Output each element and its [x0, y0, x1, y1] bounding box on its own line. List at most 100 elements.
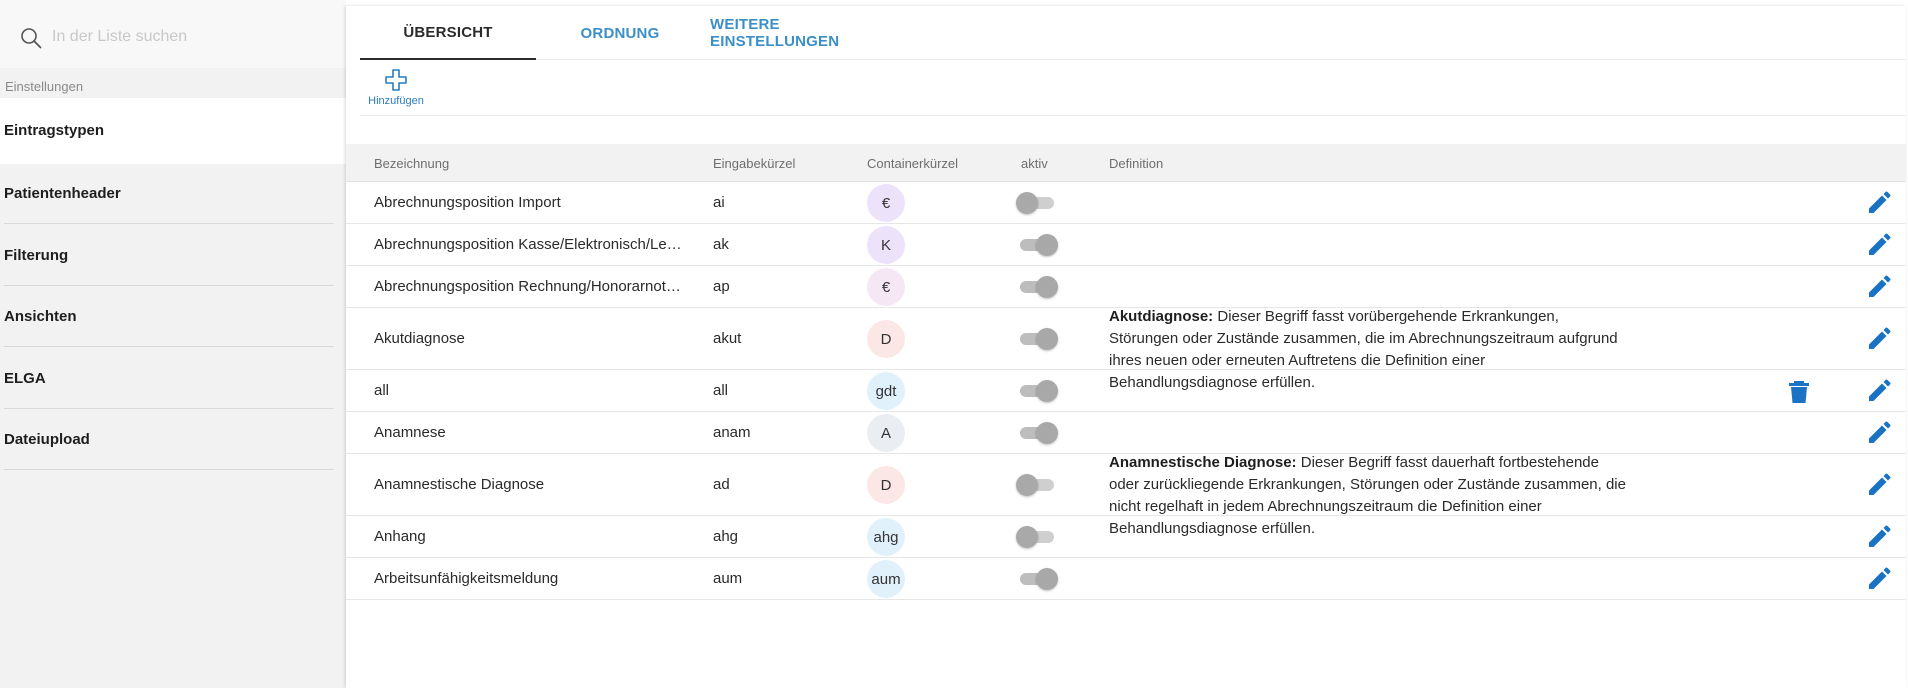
- cell-bezeichnung: Anhang: [374, 528, 426, 545]
- cell-bezeichnung: Arbeitsunfähigkeitsmeldung: [374, 570, 559, 587]
- edit-pencil-icon[interactable]: [1866, 524, 1892, 550]
- toggle-knob: [1016, 526, 1038, 548]
- table-row[interactable]: Abrechnungsposition Kasse/Elektronisch/L…: [346, 224, 1906, 266]
- table-row[interactable]: all all gdt: [346, 370, 1906, 412]
- container-badge: ahg: [867, 518, 905, 556]
- container-badge: K: [867, 226, 905, 264]
- sidebar-item-dateiupload[interactable]: Dateiupload: [4, 408, 334, 470]
- container-badge: €: [867, 184, 905, 222]
- cell-bezeichnung: all: [374, 382, 390, 399]
- toggle-knob: [1036, 328, 1058, 350]
- table-body: Abrechnungsposition Import ai € Abrechnungs…: [346, 182, 1906, 600]
- sidebar: Einstellungen Eintragstypen Patientenhea…: [0, 0, 346, 688]
- search-icon: [21, 28, 42, 49]
- table-header: Bezeichnung Eingabekürzel Containerkürze…: [346, 144, 1906, 182]
- column-header-bezeichnung[interactable]: Bezeichnung: [374, 156, 449, 171]
- toggle-knob: [1036, 422, 1058, 444]
- edit-pencil-icon[interactable]: [1866, 472, 1892, 498]
- edit-pencil-icon[interactable]: [1866, 566, 1892, 592]
- plus-icon: [385, 69, 407, 91]
- container-badge: gdt: [867, 372, 905, 410]
- cell-eingabekuerzel: ap: [713, 278, 730, 295]
- container-badge: D: [867, 320, 905, 358]
- edit-pencil-icon[interactable]: [1866, 274, 1892, 300]
- active-toggle[interactable]: [1016, 191, 1058, 215]
- tab-uebersicht[interactable]: ÜBERSICHT: [360, 6, 536, 60]
- toggle-knob: [1036, 568, 1058, 590]
- definition-title: Akutdiagnose:: [1109, 308, 1214, 325]
- edit-pencil-icon[interactable]: [1866, 378, 1892, 404]
- table-row[interactable]: Anamnestische Diagnose ad D Anamnestische D…: [346, 454, 1906, 537]
- toolbar: Hinzufügen: [360, 60, 1906, 116]
- cell-eingabekuerzel: ak: [713, 236, 729, 253]
- cell-bezeichnung: Abrechnungsposition Import: [374, 194, 561, 211]
- toggle-knob: [1016, 474, 1038, 496]
- column-header-eingabekuerzel[interactable]: Eingabekürzel: [713, 156, 795, 171]
- cell-eingabekuerzel: ad: [713, 476, 730, 493]
- cell-bezeichnung: Anamnestische Diagnose: [374, 476, 545, 493]
- trash-icon[interactable]: [1788, 380, 1810, 404]
- container-badge: D: [867, 466, 905, 504]
- table-row[interactable]: Abrechnungsposition Import ai €: [346, 182, 1906, 224]
- sidebar-item-eintragstypen[interactable]: Eintragstypen: [0, 98, 346, 164]
- sidebar-item-label: Dateiupload: [4, 431, 90, 448]
- cell-eingabekuerzel: ai: [713, 194, 725, 211]
- column-header-containerkuerzel[interactable]: Containerkürzel: [867, 156, 958, 171]
- container-badge: aum: [867, 560, 905, 598]
- sidebar-item-elga[interactable]: ELGA: [4, 347, 334, 409]
- table-row[interactable]: Arbeitsunfähigkeitsmeldung aum aum: [346, 558, 1906, 600]
- table-row[interactable]: Anamnese anam A: [346, 412, 1906, 454]
- edit-pencil-icon[interactable]: [1866, 420, 1892, 446]
- active-toggle[interactable]: [1016, 473, 1058, 497]
- definition-title: Anamnestische Diagnose:: [1109, 454, 1297, 471]
- cell-eingabekuerzel: ahg: [713, 528, 739, 545]
- edit-pencil-icon[interactable]: [1866, 326, 1892, 352]
- toggle-knob: [1036, 276, 1058, 298]
- active-toggle[interactable]: [1016, 567, 1058, 591]
- table-row[interactable]: Abrechnungsposition Rechnung/Honorarnot……: [346, 266, 1906, 308]
- cell-eingabekuerzel: aum: [713, 570, 743, 587]
- sidebar-item-ansichten[interactable]: Ansichten: [4, 285, 334, 347]
- sidebar-item-filterung[interactable]: Filterung: [4, 224, 334, 286]
- toggle-knob: [1036, 234, 1058, 256]
- active-toggle[interactable]: [1016, 421, 1058, 445]
- entry-types-table: Bezeichnung Eingabekürzel Containerkürze…: [346, 144, 1906, 600]
- active-toggle[interactable]: [1016, 327, 1058, 351]
- add-button[interactable]: Hinzufügen: [366, 68, 426, 112]
- cell-bezeichnung: Anamnese: [374, 424, 446, 441]
- main-panel: ÜBERSICHT ORDNUNG WEITERE EINSTELLUNGEN …: [346, 6, 1906, 688]
- container-badge: A: [867, 414, 905, 452]
- sidebar-item-label: Ansichten: [4, 308, 77, 325]
- edit-pencil-icon[interactable]: [1866, 232, 1892, 258]
- tab-weitere-einstellungen[interactable]: WEITERE EINSTELLUNGEN: [710, 6, 910, 60]
- active-toggle[interactable]: [1016, 379, 1058, 403]
- search-bar: [0, 0, 346, 68]
- table-row[interactable]: Akutdiagnose akut D Akutdiagnose: Dieser Be…: [346, 308, 1906, 391]
- add-button-label: Hinzufügen: [368, 95, 424, 107]
- active-toggle[interactable]: [1016, 233, 1058, 257]
- active-toggle[interactable]: [1016, 525, 1058, 549]
- tab-ordnung[interactable]: ORDNUNG: [568, 6, 672, 60]
- toggle-knob: [1036, 380, 1058, 402]
- toggle-knob: [1016, 192, 1038, 214]
- cell-eingabekuerzel: all: [713, 382, 729, 399]
- sidebar-group-label: Einstellungen: [5, 79, 84, 94]
- column-header-aktiv[interactable]: aktiv: [1021, 156, 1048, 171]
- tab-bar: ÜBERSICHT ORDNUNG WEITERE EINSTELLUNGEN: [360, 6, 1906, 60]
- container-badge: €: [867, 268, 905, 306]
- sidebar-item-label: Patientenheader: [4, 185, 121, 202]
- cell-bezeichnung: Abrechnungsposition Kasse/Elektronisch/L…: [374, 236, 682, 253]
- sidebar-item-label: ELGA: [4, 370, 46, 387]
- column-header-definition[interactable]: Definition: [1109, 156, 1163, 171]
- edit-pencil-icon[interactable]: [1866, 190, 1892, 216]
- sidebar-item-label: Filterung: [4, 247, 69, 264]
- table-row[interactable]: Anhang ahg ahg: [346, 516, 1906, 558]
- cell-eingabekuerzel: akut: [713, 330, 742, 347]
- search-input[interactable]: [52, 22, 332, 52]
- active-toggle[interactable]: [1016, 275, 1058, 299]
- cell-bezeichnung: Abrechnungsposition Rechnung/Honorarnot…: [374, 278, 681, 295]
- cell-bezeichnung: Akutdiagnose: [374, 330, 465, 347]
- cell-eingabekuerzel: anam: [713, 424, 751, 441]
- sidebar-item-patientenheader[interactable]: Patientenheader: [4, 162, 334, 224]
- sidebar-item-label: Eintragstypen: [4, 122, 105, 139]
